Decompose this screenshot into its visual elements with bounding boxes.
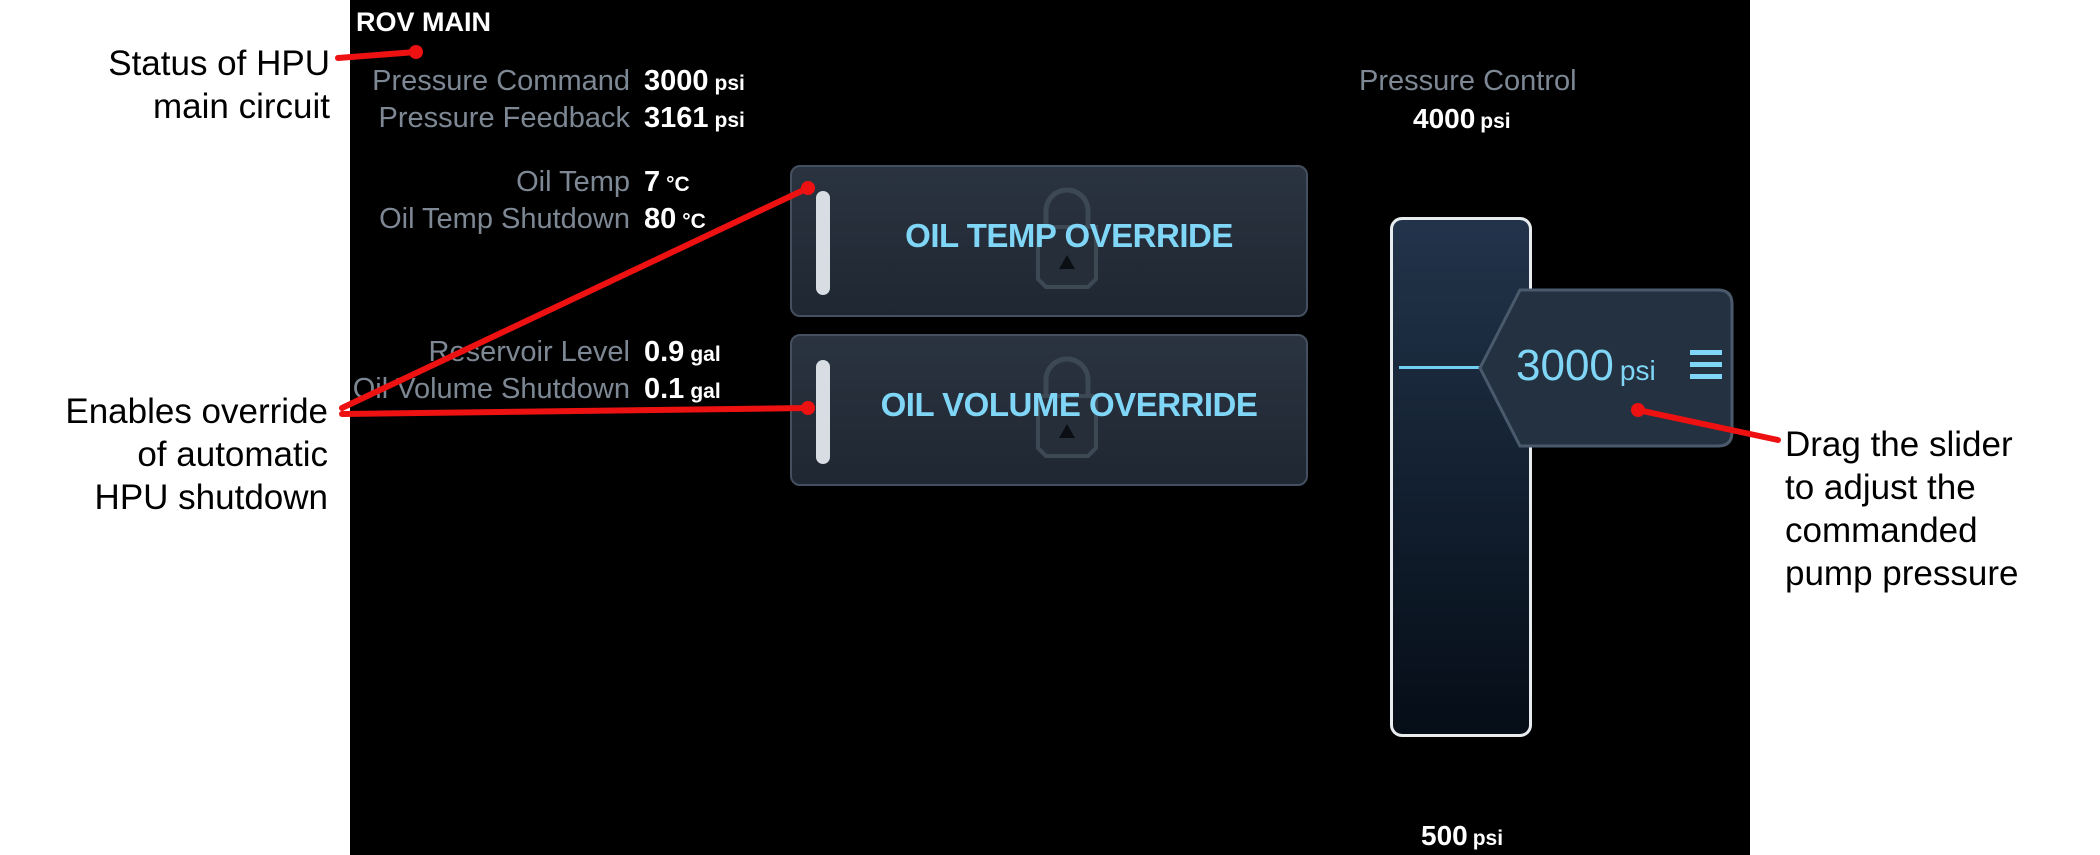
annotation-callouts (335, 45, 1781, 443)
